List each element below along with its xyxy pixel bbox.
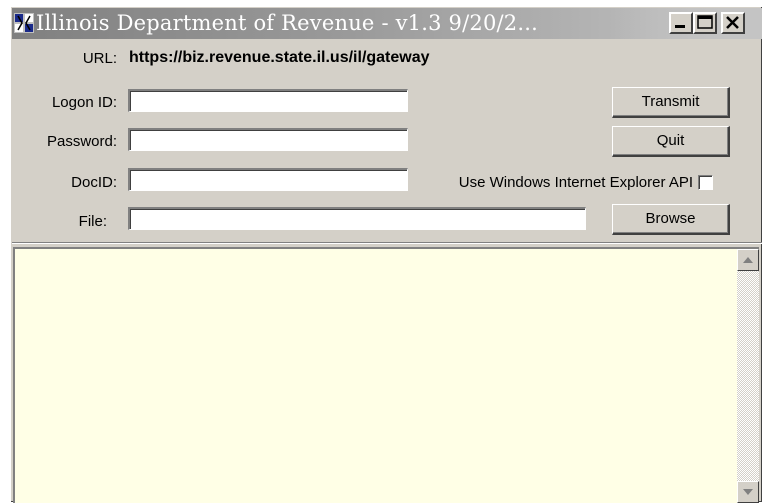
logon-id-input[interactable] xyxy=(128,89,408,112)
close-icon xyxy=(726,16,739,29)
main-window: Illinois Department of Revenue - v1.3 9/… xyxy=(10,6,762,503)
logon-id-label: Logon ID: xyxy=(51,94,117,111)
minimize-icon xyxy=(675,25,685,28)
arrow-down-icon xyxy=(743,489,753,495)
docid-label: DocID: xyxy=(71,174,117,191)
file-label: File: xyxy=(78,213,107,230)
scroll-up-button[interactable] xyxy=(737,249,759,271)
separator xyxy=(12,242,762,244)
ie-api-checkbox[interactable] xyxy=(698,175,713,190)
arrow-up-icon xyxy=(743,257,753,263)
url-value: https://biz.revenue.state.il.us/il/gatew… xyxy=(129,49,430,66)
output-area[interactable] xyxy=(13,247,759,503)
app-icon[interactable] xyxy=(14,13,34,33)
maximize-button[interactable] xyxy=(693,12,717,34)
vertical-scrollbar[interactable] xyxy=(737,249,759,503)
url-label: URL: xyxy=(82,50,117,67)
scroll-down-button[interactable] xyxy=(737,481,759,503)
window-title: Illinois Department of Revenue - v1.3 9/… xyxy=(36,11,538,35)
transmit-button[interactable]: Transmit xyxy=(612,87,730,118)
browse-button[interactable]: Browse xyxy=(612,204,730,235)
ie-api-label: Use Windows Internet Explorer API xyxy=(458,174,693,191)
password-label: Password: xyxy=(46,133,117,150)
minimize-button[interactable] xyxy=(669,12,693,34)
docid-input[interactable] xyxy=(128,168,408,191)
title-bar[interactable]: Illinois Department of Revenue - v1.3 9/… xyxy=(12,8,762,39)
maximize-icon xyxy=(697,15,713,29)
quit-button[interactable]: Quit xyxy=(612,126,730,157)
close-button[interactable] xyxy=(721,12,745,34)
file-input[interactable] xyxy=(128,207,586,230)
password-input[interactable] xyxy=(128,128,408,151)
